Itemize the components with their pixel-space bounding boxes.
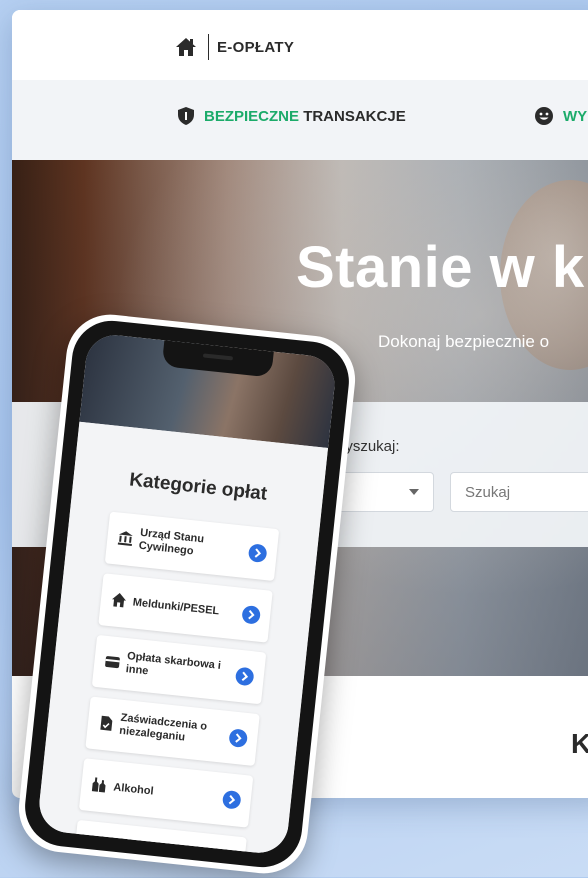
category-label: Urząd Stanu Cywilnego: [138, 526, 205, 558]
category-card[interactable]: Opłata skarbowa i inne: [91, 634, 267, 705]
trust-second-green: WY: [563, 107, 588, 125]
car-icon: [85, 840, 101, 854]
category-card[interactable]: Licencje TAXI: [72, 819, 247, 856]
phone-mockup: Kategorie opłat Urząd Stanu Cywilnego Me…: [14, 310, 360, 878]
shield-icon: [178, 107, 194, 125]
top-navbar: E-OPŁATY: [12, 10, 588, 80]
category-label: Alkohol: [112, 781, 155, 798]
chevron-right-icon[interactable]: [241, 604, 262, 625]
chevron-right-icon[interactable]: [215, 851, 236, 856]
trust-secure-green: BEZPIECZNE: [204, 107, 300, 125]
logo-divider: [208, 34, 209, 60]
bottles-icon: [91, 777, 106, 793]
wallet-icon: [105, 656, 120, 669]
phone-screen: Kategorie opłat Urząd Stanu Cywilnego Me…: [36, 332, 338, 856]
chevron-down-icon: [409, 489, 419, 495]
chevron-right-icon[interactable]: [234, 666, 255, 687]
trust-secure-transactions: BEZPIECZNE TRANSAKCJE: [177, 106, 406, 126]
trust-second-item: WY: [534, 106, 587, 126]
category-label: Zaświadczenia o niezaleganiu: [118, 711, 208, 744]
categories-title: Kategorie opłat: [128, 469, 269, 505]
chevron-right-icon[interactable]: [247, 543, 268, 564]
bank-icon: [117, 531, 133, 546]
home-icon: [112, 592, 126, 608]
category-label: Licencje TAXI: [106, 843, 179, 856]
chevron-right-icon[interactable]: [221, 789, 242, 810]
trust-secure-dark: TRANSAKCJE: [303, 107, 406, 125]
trust-bar: BEZPIECZNE TRANSAKCJE WY: [12, 80, 588, 160]
category-card[interactable]: Meldunki/PESEL: [98, 573, 273, 643]
search-input[interactable]: [450, 472, 588, 512]
category-card[interactable]: Alkohol: [78, 758, 254, 828]
document-icon: [100, 715, 113, 731]
logo-text[interactable]: E-OPŁATY: [217, 39, 294, 56]
home-icon[interactable]: [175, 36, 197, 58]
phone-frame: Kategorie opłat Urząd Stanu Cywilnego Me…: [21, 316, 353, 872]
smile-icon: [535, 107, 553, 125]
hero-title: Stanie w k: [296, 235, 585, 300]
category-card[interactable]: Zaświadczenia o niezaleganiu: [85, 696, 260, 766]
chevron-right-icon[interactable]: [228, 728, 249, 749]
hero-subtitle: Dokonaj bezpiecznie o: [378, 332, 550, 351]
phone-content: Kategorie opłat Urząd Stanu Cywilnego Me…: [36, 421, 329, 856]
category-label: Opłata skarbowa i inne: [125, 650, 222, 678]
category-label: Meldunki/PESEL: [132, 596, 220, 618]
section-heading: K: [571, 728, 588, 759]
category-card[interactable]: Urząd Stanu Cywilnego: [104, 511, 280, 582]
